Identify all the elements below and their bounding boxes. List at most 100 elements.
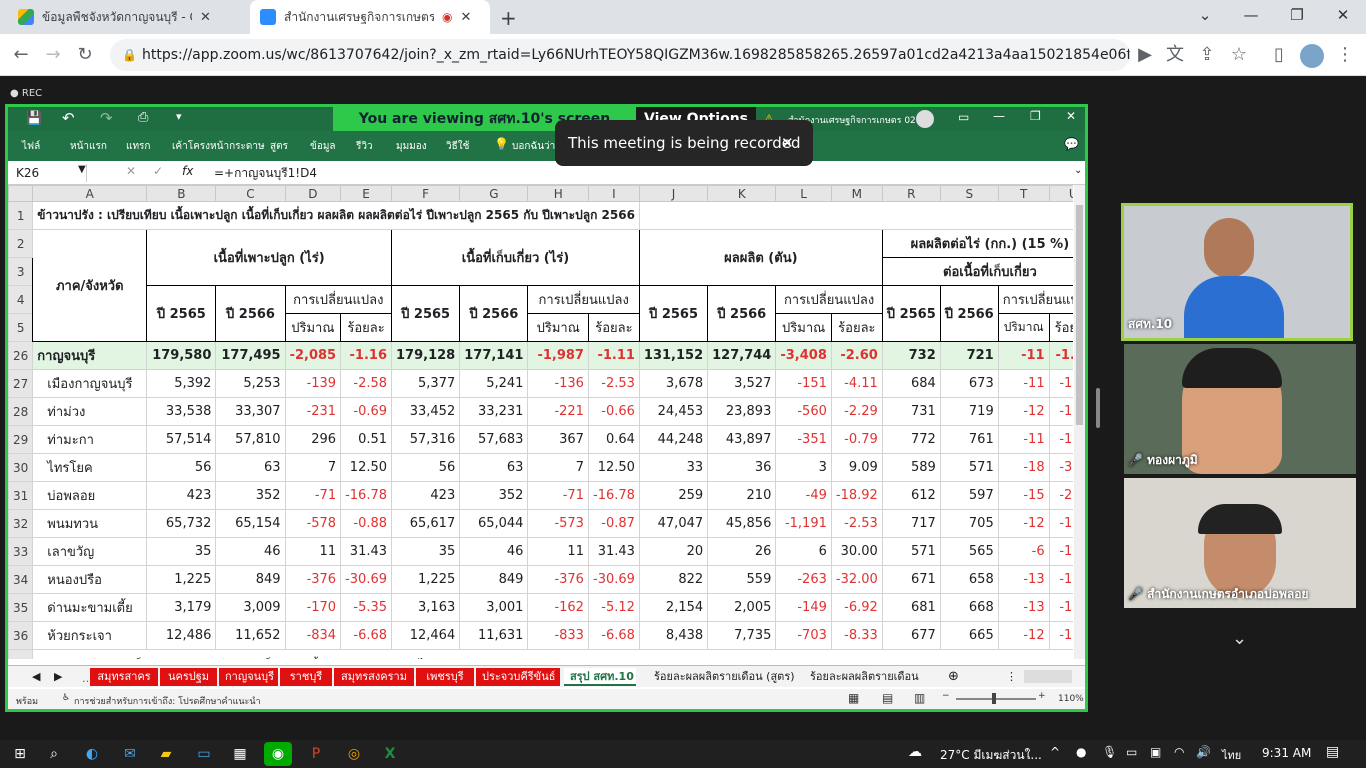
data-cell[interactable]: 2,154 (638, 593, 709, 622)
data-cell[interactable]: -2.60 (830, 341, 883, 370)
data-cell[interactable]: 56 (391, 453, 461, 482)
data-cell[interactable]: -71 (284, 481, 342, 510)
col-header[interactable]: H (527, 185, 589, 202)
data-cell[interactable]: -18 (997, 453, 1050, 482)
data-cell[interactable]: -573 (527, 509, 589, 538)
district-name[interactable]: ไทรโยค (32, 453, 148, 482)
header-year-2565[interactable]: ปี 2565 (881, 285, 941, 342)
accessibility-status[interactable]: การช่วยสำหรับการเข้าถึง: โปรดศึกษาคำแนะน… (74, 694, 261, 708)
footnote[interactable]: หมายเหตุ: ปี 2565 เป็นข้อมูลเอกภาพ ปี 25… (32, 649, 1073, 659)
data-cell[interactable]: 33,307 (215, 397, 286, 426)
data-cell[interactable]: -170 (284, 593, 342, 622)
ribbon-tab-page-layout[interactable]: เค้าโครงหน้ากระดาษ (172, 139, 265, 154)
row-header[interactable]: 27 (8, 369, 34, 398)
header-yield-sub[interactable]: ต่อเนื้อที่เก็บเกี่ยว (881, 257, 1073, 286)
col-header[interactable]: F (391, 185, 461, 202)
sheet-nav-next[interactable]: ▶ (48, 668, 68, 686)
close-tab-icon[interactable]: ✕ (460, 10, 471, 25)
data-cell[interactable]: 612 (881, 481, 941, 510)
data-cell[interactable]: 3,179 (146, 593, 217, 622)
data-cell[interactable]: 3,678 (638, 369, 709, 398)
col-header[interactable]: R (881, 185, 941, 202)
data-cell[interactable]: -560 (775, 397, 832, 426)
sheet-tab-active[interactable]: สรุป สศท.10 (564, 668, 636, 686)
data-cell[interactable]: 7 (284, 453, 342, 482)
normal-view-icon[interactable]: ▦ (848, 691, 859, 705)
data-cell[interactable]: 705 (939, 509, 999, 538)
data-cell[interactable]: 259 (638, 481, 709, 510)
district-name[interactable]: ด่านมะขามเตี้ย (32, 593, 148, 622)
data-cell[interactable]: -2.58 (340, 369, 393, 398)
data-cell[interactable]: -12 (997, 621, 1050, 650)
data-cell[interactable]: -0.69 (340, 397, 393, 426)
data-cell[interactable]: 57,316 (391, 425, 461, 454)
data-cell[interactable]: -231 (284, 397, 342, 426)
col-header[interactable]: S (939, 185, 999, 202)
data-cell[interactable]: 12,486 (146, 621, 217, 650)
data-cell[interactable]: -2.53 (830, 509, 883, 538)
header-percent[interactable]: ร้อยละ (830, 313, 883, 342)
data-cell[interactable]: 3,527 (707, 369, 777, 398)
header-change[interactable]: การเปลี่ยนแปลง (775, 285, 883, 314)
row-header[interactable]: 36 (8, 621, 34, 650)
data-cell[interactable]: 565 (939, 537, 999, 566)
data-cell[interactable]: 31.43 (340, 537, 393, 566)
sheet-tab[interactable]: ร้อยละผลผลิตรายเดือน (804, 668, 925, 686)
data-cell[interactable]: 423 (146, 481, 217, 510)
data-cell[interactable]: -1.16 (340, 341, 393, 370)
menu-icon[interactable]: ⋮ (1330, 40, 1360, 70)
data-cell[interactable]: -151 (775, 369, 832, 398)
vertical-scrollbar[interactable] (1074, 185, 1085, 659)
data-cell[interactable]: -0.66 (587, 397, 640, 426)
data-cell[interactable]: -5.12 (587, 593, 640, 622)
col-header[interactable]: K (707, 185, 777, 202)
horizontal-scrollbar[interactable] (1024, 670, 1072, 683)
data-cell[interactable]: -0.88 (340, 509, 393, 538)
district-name[interactable]: กาญจนบุรี (32, 341, 148, 370)
data-cell[interactable]: -0.87 (587, 509, 640, 538)
data-cell[interactable]: -30.69 (340, 565, 393, 594)
data-cell[interactable]: 131,152 (638, 341, 709, 370)
customize-qat-icon[interactable]: ▾ (176, 110, 182, 123)
data-cell[interactable]: 57,683 (459, 425, 529, 454)
data-cell[interactable]: 33,538 (146, 397, 217, 426)
data-cell[interactable]: 423 (391, 481, 461, 510)
tab-search-icon[interactable]: ⌄ (1182, 0, 1228, 30)
data-cell[interactable]: 46 (215, 537, 286, 566)
row-header[interactable]: 26 (8, 341, 34, 370)
data-cell[interactable]: 0.51 (340, 425, 393, 454)
data-cell[interactable]: 65,044 (459, 509, 529, 538)
account-avatar[interactable] (916, 110, 934, 128)
sheet-tab[interactable]: เพชรบุรี (416, 668, 474, 686)
edge-icon[interactable]: ◐ (78, 742, 106, 766)
data-cell[interactable]: 7,735 (707, 621, 777, 650)
data-cell[interactable]: -162 (527, 593, 589, 622)
data-cell[interactable]: -12 (997, 397, 1050, 426)
participant-video[interactable]: สศท.10 (1121, 203, 1353, 341)
tray-app-icon[interactable]: ● (1076, 745, 1086, 759)
col-header[interactable]: M (830, 185, 883, 202)
ribbon-tab-formulas[interactable]: สูตร (270, 139, 288, 154)
data-cell[interactable]: -0.79 (830, 425, 883, 454)
page-break-view-icon[interactable]: ▥ (914, 691, 925, 705)
data-cell[interactable]: -1.05 (1048, 537, 1073, 566)
expand-formula-icon[interactable]: ⌄ (1074, 165, 1082, 176)
data-cell[interactable]: 11,652 (215, 621, 286, 650)
row-header[interactable]: 32 (8, 509, 34, 538)
data-cell[interactable]: 761 (939, 425, 999, 454)
data-cell[interactable]: -4.11 (830, 369, 883, 398)
data-cell[interactable]: 671 (881, 565, 941, 594)
data-cell[interactable]: -221 (527, 397, 589, 426)
data-cell[interactable]: 65,732 (146, 509, 217, 538)
data-cell[interactable]: 665 (939, 621, 999, 650)
data-cell[interactable]: -1.64 (1048, 397, 1073, 426)
data-cell[interactable]: 26 (707, 537, 777, 566)
data-cell[interactable]: 5,241 (459, 369, 529, 398)
sheet-tab[interactable]: ราชบุรี (280, 668, 332, 686)
browser-tab-zoom[interactable]: สำนักงานเศรษฐกิจการเกษตร's P ◉ ✕ (250, 0, 490, 34)
col-header[interactable]: I (587, 185, 640, 202)
clock[interactable]: 9:31 AM (1262, 746, 1311, 760)
data-cell[interactable]: 12.50 (587, 453, 640, 482)
data-cell[interactable]: 20 (638, 537, 709, 566)
data-cell[interactable]: -136 (527, 369, 589, 398)
